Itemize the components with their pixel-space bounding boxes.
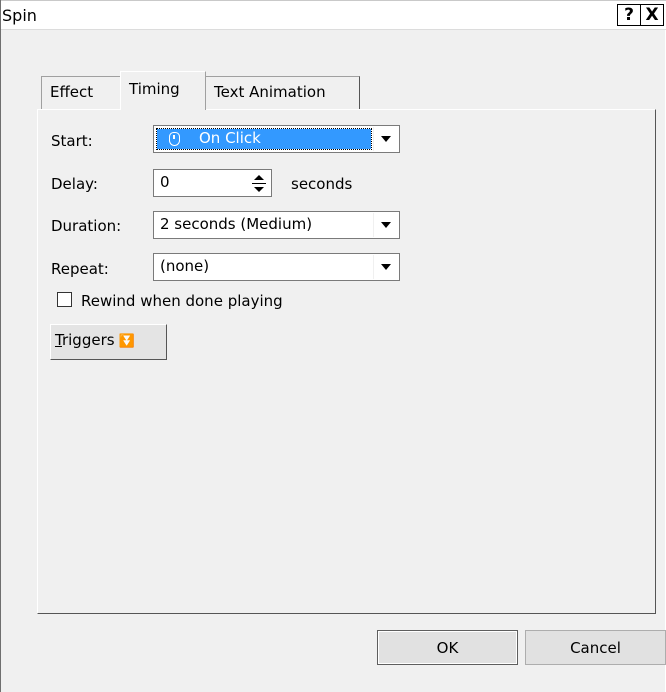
repeat-dropdown[interactable]: (none) [153, 253, 400, 281]
delay-value: 0 [160, 173, 170, 191]
help-icon: ? [624, 5, 634, 25]
ok-label: OK [436, 638, 459, 657]
start-dropdown-arrow[interactable] [373, 127, 398, 151]
tab-label: Effect [50, 83, 94, 101]
rewind-label: Rewind when done playing [81, 292, 283, 310]
delay-unit: seconds [291, 175, 353, 193]
spin-up-icon[interactable] [254, 174, 264, 180]
repeat-dropdown-arrow[interactable] [373, 255, 398, 279]
repeat-value: (none) [160, 257, 210, 275]
spin-dialog: Spin ? X Effect Timing Text Animation St… [0, 0, 666, 692]
double-chevron-down-icon: ⏬ [118, 334, 135, 349]
window-title: Spin [2, 6, 37, 25]
chevron-down-icon [381, 222, 391, 228]
triggers-button[interactable]: Triggers ⏬ [50, 324, 167, 360]
delay-spinner[interactable]: 0 [153, 169, 272, 197]
cancel-label: Cancel [570, 638, 621, 657]
start-selected-item: On Click [156, 128, 372, 150]
start-value: On Click [199, 129, 261, 147]
repeat-label: Repeat: [51, 260, 109, 278]
tab-label: Text Animation [214, 83, 326, 101]
tab-text-animation[interactable]: Text Animation [206, 76, 360, 109]
mouse-icon [169, 132, 180, 146]
close-icon: X [645, 5, 659, 25]
duration-dropdown-arrow[interactable] [373, 213, 398, 237]
title-bar: Spin ? X [1, 0, 666, 30]
chevron-down-icon [381, 264, 391, 270]
spin-down-icon[interactable] [254, 186, 264, 192]
triggers-accelerator: T [55, 331, 62, 349]
delay-label: Delay: [51, 175, 98, 193]
chevron-down-icon [381, 136, 391, 142]
duration-dropdown[interactable]: 2 seconds (Medium) [153, 211, 400, 239]
rewind-checkbox[interactable] [57, 292, 72, 307]
duration-label: Duration: [51, 217, 122, 235]
help-button[interactable]: ? [617, 4, 641, 26]
cancel-button[interactable]: Cancel [525, 630, 666, 665]
start-dropdown[interactable]: On Click [153, 125, 400, 153]
ok-button[interactable]: OK [377, 630, 518, 665]
close-button[interactable]: X [640, 4, 664, 26]
tab-label: Timing [129, 80, 180, 98]
tab-timing[interactable]: Timing [120, 71, 206, 110]
duration-value: 2 seconds (Medium) [160, 215, 313, 233]
spin-divider [252, 182, 266, 184]
start-label: Start: [51, 132, 93, 150]
triggers-label: riggers [61, 331, 115, 349]
delay-spin-buttons[interactable] [248, 171, 270, 195]
tab-effect[interactable]: Effect [41, 76, 120, 109]
